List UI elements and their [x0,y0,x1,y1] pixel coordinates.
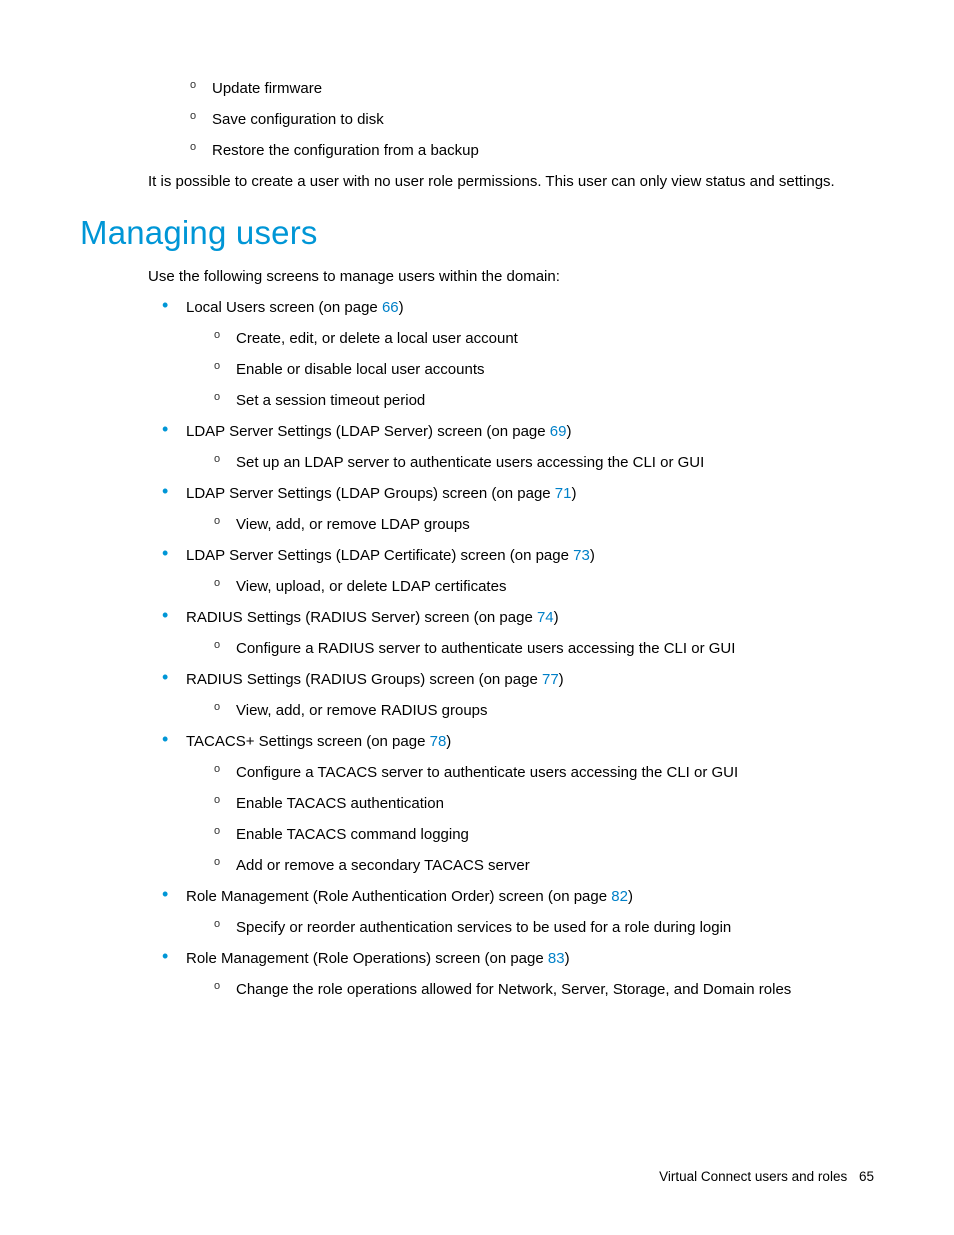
bullet-text: LDAP Server Settings (LDAP Server) scree… [186,423,550,440]
bullet-text: ) [559,671,564,688]
bullet-text: ) [565,950,570,967]
bullet-text: Local Users screen (on page [186,299,382,316]
list-item: View, add, or remove LDAP groups [214,514,874,535]
bullet-text: ) [399,299,404,316]
page-reference-link[interactable]: 78 [430,733,447,750]
page-footer: Virtual Connect users and roles 65 [659,1168,874,1187]
bullet-text: RADIUS Settings (RADIUS Server) screen (… [186,609,537,626]
bullet-text: ) [554,609,559,626]
sub-list: Configure a RADIUS server to authenticat… [186,638,874,659]
page-reference-link[interactable]: 69 [550,423,567,440]
bullet-text: ) [628,888,633,905]
sub-list: Change the role operations allowed for N… [186,979,874,1000]
bullet-item: LDAP Server Settings (LDAP Server) scree… [162,421,874,473]
list-item: Restore the configuration from a backup [190,140,874,161]
bullet-text: RADIUS Settings (RADIUS Groups) screen (… [186,671,542,688]
bullet-text: ) [571,485,576,502]
page-reference-link[interactable]: 82 [611,888,628,905]
body-paragraph: It is possible to create a user with no … [148,171,874,192]
top-sub-list: Update firmware Save configuration to di… [80,78,874,161]
bullet-item: TACACS+ Settings screen (on page 78) Conf… [162,731,874,876]
sub-list: Configure a TACACS server to authenticat… [186,762,874,876]
list-item: Save configuration to disk [190,109,874,130]
footer-text: Virtual Connect users and roles [659,1169,847,1184]
list-item: Specify or reorder authentication servic… [214,917,874,938]
intro-paragraph: Use the following screens to manage user… [148,266,874,287]
list-item: Set up an LDAP server to authenticate us… [214,452,874,473]
sub-list: View, add, or remove RADIUS groups [186,700,874,721]
bullet-text: ) [590,547,595,564]
bullet-text: ) [566,423,571,440]
bullet-item: LDAP Server Settings (LDAP Certificate) … [162,545,874,597]
bullet-text: TACACS+ Settings screen (on page [186,733,430,750]
sub-list: View, add, or remove LDAP groups [186,514,874,535]
page-reference-link[interactable]: 74 [537,609,554,626]
bullet-item: Role Management (Role Operations) screen… [162,948,874,1000]
bullet-item: LDAP Server Settings (LDAP Groups) scree… [162,483,874,535]
bullet-text: Role Management (Role Operations) screen… [186,950,548,967]
main-bullet-list: Local Users screen (on page 66) Create, e… [80,297,874,1000]
page-reference-link[interactable]: 73 [573,547,590,564]
bullet-item: Local Users screen (on page 66) Create, e… [162,297,874,411]
bullet-item: RADIUS Settings (RADIUS Groups) screen (… [162,669,874,721]
sub-list: Set up an LDAP server to authenticate us… [186,452,874,473]
bullet-item: Role Management (Role Authentication Ord… [162,886,874,938]
sub-list: Specify or reorder authentication servic… [186,917,874,938]
list-item: Enable TACACS command logging [214,824,874,845]
footer-page-number: 65 [859,1169,874,1184]
list-item: View, add, or remove RADIUS groups [214,700,874,721]
page-reference-link[interactable]: 66 [382,299,399,316]
list-item: Enable TACACS authentication [214,793,874,814]
bullet-text: LDAP Server Settings (LDAP Certificate) … [186,547,573,564]
list-item: Configure a TACACS server to authenticat… [214,762,874,783]
bullet-text: ) [446,733,451,750]
list-item: Configure a RADIUS server to authenticat… [214,638,874,659]
bullet-item: RADIUS Settings (RADIUS Server) screen (… [162,607,874,659]
list-item: Create, edit, or delete a local user acc… [214,328,874,349]
sub-list: View, upload, or delete LDAP certificate… [186,576,874,597]
bullet-text: LDAP Server Settings (LDAP Groups) scree… [186,485,555,502]
page-reference-link[interactable]: 83 [548,950,565,967]
bullet-text: Role Management (Role Authentication Ord… [186,888,611,905]
list-item: Add or remove a secondary TACACS server [214,855,874,876]
section-heading: Managing users [80,210,874,256]
list-item: Enable or disable local user accounts [214,359,874,380]
list-item: View, upload, or delete LDAP certificate… [214,576,874,597]
page-reference-link[interactable]: 71 [555,485,572,502]
list-item: Update firmware [190,78,874,99]
page-reference-link[interactable]: 77 [542,671,559,688]
list-item: Change the role operations allowed for N… [214,979,874,1000]
list-item: Set a session timeout period [214,390,874,411]
sub-list: Create, edit, or delete a local user acc… [186,328,874,411]
document-page: Update firmware Save configuration to di… [0,0,954,1235]
